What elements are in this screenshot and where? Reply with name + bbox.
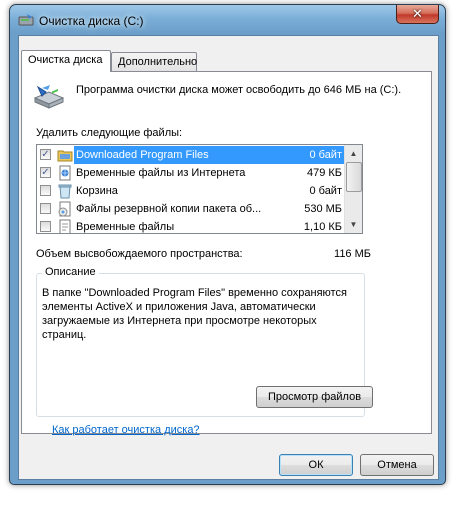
folder-icon (57, 150, 73, 162)
title-bar[interactable]: Очистка диска (C:) ✕ (10, 5, 445, 35)
list-item[interactable]: Временные файлы 1,10 КБ (37, 218, 346, 233)
tab-label: Дополнительно (118, 56, 198, 68)
file-name: Временные файлы (76, 221, 175, 233)
files-list[interactable]: ✓ Downloaded Program Files 0 байт ✓ Врем… (36, 144, 363, 234)
help-link[interactable]: Как работает очистка диска? (52, 424, 200, 436)
file-size: 479 КБ (306, 167, 342, 179)
list-item[interactable]: Файлы резервной копии пакета об... 530 М… (37, 200, 346, 218)
disk-cleanup-app-icon (18, 14, 34, 26)
checkbox[interactable] (40, 221, 51, 232)
file-name: Downloaded Program Files (74, 146, 209, 164)
tab-disk-cleanup[interactable]: Очистка диска (21, 50, 111, 72)
checkbox[interactable]: ✓ (40, 149, 51, 160)
tab-panel: Программа очистки диска может освободить… (21, 71, 432, 434)
list-item[interactable]: Корзина 0 байт (37, 182, 346, 200)
file-name: Корзина (76, 185, 118, 197)
tab-label: Очистка диска (28, 54, 103, 66)
checkbox[interactable] (40, 203, 51, 214)
dialog-client-area: Очистка диска Дополнительно Программа оч… (18, 35, 439, 480)
scroll-down-icon[interactable]: ▼ (345, 216, 362, 233)
checkbox[interactable]: ✓ (40, 167, 51, 178)
freed-space-value: 116 МБ (334, 248, 371, 260)
view-files-button[interactable]: Просмотр файлов (256, 386, 373, 408)
list-item[interactable]: ✓ Downloaded Program Files 0 байт (37, 146, 346, 164)
ok-button[interactable]: ОК (279, 454, 353, 476)
description-title: Описание (42, 266, 99, 278)
file-name: Временные файлы из Интернета (76, 167, 246, 179)
internet-files-icon (59, 165, 71, 181)
file-name: Файлы резервной копии пакета об... (76, 203, 262, 215)
cancel-button[interactable]: Отмена (360, 454, 434, 476)
files-to-delete-label: Удалить следующие файлы: (36, 127, 183, 139)
temp-files-icon (59, 219, 71, 233)
scroll-thumb[interactable] (346, 162, 362, 192)
tab-more-options[interactable]: Дополнительно (111, 52, 197, 72)
close-button[interactable]: ✕ (396, 5, 439, 24)
summary-text: Программа очистки диска может освободить… (76, 84, 402, 96)
close-icon: ✕ (412, 6, 423, 21)
dialog-window: Очистка диска (C:) ✕ Очистка диска Допол… (9, 4, 446, 485)
file-size: 0 байт (309, 185, 342, 197)
list-scrollbar[interactable]: ▲ ▼ (344, 145, 362, 233)
list-item[interactable]: ✓ Временные файлы из Интернета 479 КБ (37, 164, 346, 182)
hard-drive-icon (33, 85, 65, 109)
window-title: Очистка диска (C:) (39, 14, 144, 28)
freed-space-label: Объем высвобождаемого пространства: (36, 248, 243, 260)
file-size: 0 байт (309, 146, 342, 164)
backup-files-icon (58, 201, 71, 217)
description-text: В папке "Downloaded Program Files" време… (42, 287, 347, 341)
recycle-bin-icon (58, 184, 72, 199)
file-size: 530 МБ (304, 203, 342, 215)
checkbox[interactable] (40, 185, 51, 196)
file-size: 1,10 КБ (303, 221, 342, 233)
scroll-up-icon[interactable]: ▲ (345, 145, 362, 162)
